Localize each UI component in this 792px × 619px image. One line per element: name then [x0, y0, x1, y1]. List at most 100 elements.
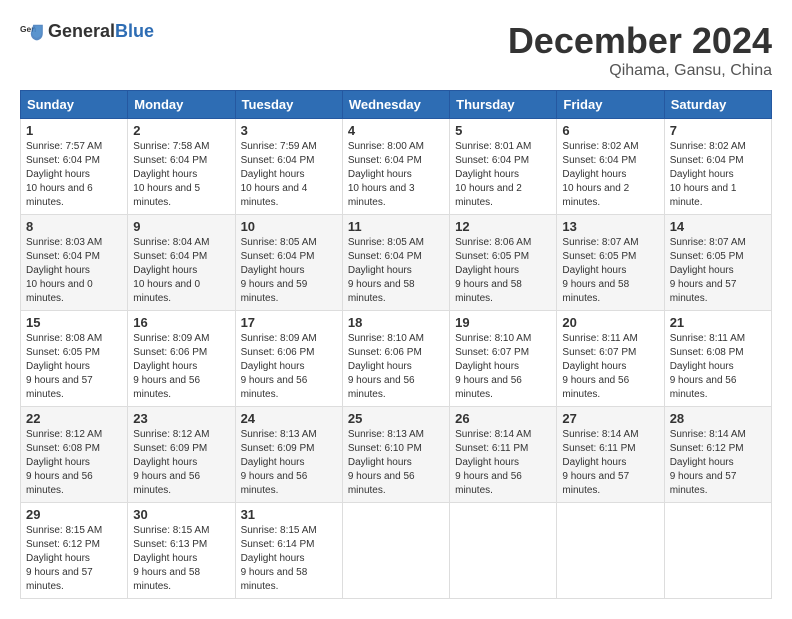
- calendar-cell: 1 Sunrise: 7:57 AM Sunset: 6:04 PM Dayli…: [21, 119, 128, 215]
- calendar-cell: 12 Sunrise: 8:06 AM Sunset: 6:05 PM Dayl…: [450, 215, 557, 311]
- day-info: Sunrise: 8:10 AM Sunset: 6:07 PM Dayligh…: [455, 332, 551, 402]
- calendar-cell: 20 Sunrise: 8:11 AM Sunset: 6:07 PM Dayl…: [557, 311, 664, 407]
- day-number: 19: [455, 315, 551, 330]
- calendar-cell: 13 Sunrise: 8:07 AM Sunset: 6:05 PM Dayl…: [557, 215, 664, 311]
- day-number: 13: [562, 219, 658, 234]
- day-info: Sunrise: 8:09 AM Sunset: 6:06 PM Dayligh…: [133, 332, 229, 402]
- calendar-week-row: 1 Sunrise: 7:57 AM Sunset: 6:04 PM Dayli…: [21, 119, 772, 215]
- day-number: 6: [562, 123, 658, 138]
- day-number: 17: [241, 315, 337, 330]
- logo-icon: Gen: [20, 20, 44, 44]
- calendar-week-row: 8 Sunrise: 8:03 AM Sunset: 6:04 PM Dayli…: [21, 215, 772, 311]
- calendar-cell: 22 Sunrise: 8:12 AM Sunset: 6:08 PM Dayl…: [21, 407, 128, 503]
- day-number: 22: [26, 411, 122, 426]
- day-info: Sunrise: 8:05 AM Sunset: 6:04 PM Dayligh…: [348, 236, 444, 306]
- calendar-cell: 11 Sunrise: 8:05 AM Sunset: 6:04 PM Dayl…: [342, 215, 449, 311]
- logo: Gen GeneralBlue: [20, 20, 154, 44]
- calendar-cell: 23 Sunrise: 8:12 AM Sunset: 6:09 PM Dayl…: [128, 407, 235, 503]
- calendar-body: 1 Sunrise: 7:57 AM Sunset: 6:04 PM Dayli…: [21, 119, 772, 599]
- day-number: 9: [133, 219, 229, 234]
- day-info: Sunrise: 8:10 AM Sunset: 6:06 PM Dayligh…: [348, 332, 444, 402]
- calendar-cell: 4 Sunrise: 8:00 AM Sunset: 6:04 PM Dayli…: [342, 119, 449, 215]
- day-info: Sunrise: 8:00 AM Sunset: 6:04 PM Dayligh…: [348, 140, 444, 210]
- calendar-cell: 2 Sunrise: 7:58 AM Sunset: 6:04 PM Dayli…: [128, 119, 235, 215]
- day-info: Sunrise: 8:07 AM Sunset: 6:05 PM Dayligh…: [562, 236, 658, 306]
- calendar-cell: [342, 503, 449, 599]
- calendar-cell: 7 Sunrise: 8:02 AM Sunset: 6:04 PM Dayli…: [664, 119, 771, 215]
- day-info: Sunrise: 7:57 AM Sunset: 6:04 PM Dayligh…: [26, 140, 122, 210]
- day-info: Sunrise: 8:15 AM Sunset: 6:14 PM Dayligh…: [241, 524, 337, 594]
- day-number: 7: [670, 123, 766, 138]
- weekday-header-monday: Monday: [128, 91, 235, 119]
- day-info: Sunrise: 8:07 AM Sunset: 6:05 PM Dayligh…: [670, 236, 766, 306]
- day-number: 25: [348, 411, 444, 426]
- day-info: Sunrise: 8:02 AM Sunset: 6:04 PM Dayligh…: [562, 140, 658, 210]
- calendar-cell: 14 Sunrise: 8:07 AM Sunset: 6:05 PM Dayl…: [664, 215, 771, 311]
- calendar-cell: 25 Sunrise: 8:13 AM Sunset: 6:10 PM Dayl…: [342, 407, 449, 503]
- weekday-header-row: SundayMondayTuesdayWednesdayThursdayFrid…: [21, 91, 772, 119]
- day-info: Sunrise: 8:06 AM Sunset: 6:05 PM Dayligh…: [455, 236, 551, 306]
- weekday-header-thursday: Thursday: [450, 91, 557, 119]
- day-info: Sunrise: 8:11 AM Sunset: 6:08 PM Dayligh…: [670, 332, 766, 402]
- calendar-cell: [450, 503, 557, 599]
- day-number: 8: [26, 219, 122, 234]
- day-info: Sunrise: 7:58 AM Sunset: 6:04 PM Dayligh…: [133, 140, 229, 210]
- calendar-cell: 18 Sunrise: 8:10 AM Sunset: 6:06 PM Dayl…: [342, 311, 449, 407]
- calendar-table: SundayMondayTuesdayWednesdayThursdayFrid…: [20, 90, 772, 599]
- weekday-header-tuesday: Tuesday: [235, 91, 342, 119]
- day-number: 5: [455, 123, 551, 138]
- day-info: Sunrise: 8:01 AM Sunset: 6:04 PM Dayligh…: [455, 140, 551, 210]
- day-info: Sunrise: 8:03 AM Sunset: 6:04 PM Dayligh…: [26, 236, 122, 306]
- day-info: Sunrise: 8:09 AM Sunset: 6:06 PM Dayligh…: [241, 332, 337, 402]
- day-info: Sunrise: 8:08 AM Sunset: 6:05 PM Dayligh…: [26, 332, 122, 402]
- calendar-cell: 5 Sunrise: 8:01 AM Sunset: 6:04 PM Dayli…: [450, 119, 557, 215]
- day-info: Sunrise: 8:13 AM Sunset: 6:10 PM Dayligh…: [348, 428, 444, 498]
- day-info: Sunrise: 8:14 AM Sunset: 6:11 PM Dayligh…: [562, 428, 658, 498]
- calendar-cell: 17 Sunrise: 8:09 AM Sunset: 6:06 PM Dayl…: [235, 311, 342, 407]
- day-number: 18: [348, 315, 444, 330]
- day-info: Sunrise: 8:04 AM Sunset: 6:04 PM Dayligh…: [133, 236, 229, 306]
- day-info: Sunrise: 8:12 AM Sunset: 6:09 PM Dayligh…: [133, 428, 229, 498]
- logo-text-general: General: [48, 21, 115, 41]
- day-number: 3: [241, 123, 337, 138]
- day-info: Sunrise: 8:15 AM Sunset: 6:12 PM Dayligh…: [26, 524, 122, 594]
- day-number: 23: [133, 411, 229, 426]
- day-number: 20: [562, 315, 658, 330]
- day-number: 16: [133, 315, 229, 330]
- day-number: 27: [562, 411, 658, 426]
- calendar-cell: 19 Sunrise: 8:10 AM Sunset: 6:07 PM Dayl…: [450, 311, 557, 407]
- calendar-cell: 27 Sunrise: 8:14 AM Sunset: 6:11 PM Dayl…: [557, 407, 664, 503]
- calendar-cell: 8 Sunrise: 8:03 AM Sunset: 6:04 PM Dayli…: [21, 215, 128, 311]
- day-info: Sunrise: 8:02 AM Sunset: 6:04 PM Dayligh…: [670, 140, 766, 210]
- calendar-cell: 21 Sunrise: 8:11 AM Sunset: 6:08 PM Dayl…: [664, 311, 771, 407]
- calendar-cell: [664, 503, 771, 599]
- day-number: 11: [348, 219, 444, 234]
- calendar-week-row: 15 Sunrise: 8:08 AM Sunset: 6:05 PM Dayl…: [21, 311, 772, 407]
- day-info: Sunrise: 8:14 AM Sunset: 6:12 PM Dayligh…: [670, 428, 766, 498]
- day-number: 29: [26, 507, 122, 522]
- weekday-header-wednesday: Wednesday: [342, 91, 449, 119]
- day-number: 10: [241, 219, 337, 234]
- day-number: 21: [670, 315, 766, 330]
- calendar-cell: 24 Sunrise: 8:13 AM Sunset: 6:09 PM Dayl…: [235, 407, 342, 503]
- day-number: 24: [241, 411, 337, 426]
- day-number: 14: [670, 219, 766, 234]
- calendar-cell: 31 Sunrise: 8:15 AM Sunset: 6:14 PM Dayl…: [235, 503, 342, 599]
- calendar-cell: 3 Sunrise: 7:59 AM Sunset: 6:04 PM Dayli…: [235, 119, 342, 215]
- calendar-cell: 15 Sunrise: 8:08 AM Sunset: 6:05 PM Dayl…: [21, 311, 128, 407]
- day-number: 12: [455, 219, 551, 234]
- calendar-week-row: 29 Sunrise: 8:15 AM Sunset: 6:12 PM Dayl…: [21, 503, 772, 599]
- calendar-cell: 30 Sunrise: 8:15 AM Sunset: 6:13 PM Dayl…: [128, 503, 235, 599]
- calendar-cell: 10 Sunrise: 8:05 AM Sunset: 6:04 PM Dayl…: [235, 215, 342, 311]
- calendar-cell: 9 Sunrise: 8:04 AM Sunset: 6:04 PM Dayli…: [128, 215, 235, 311]
- location: Qihama, Gansu, China: [508, 62, 772, 80]
- day-number: 4: [348, 123, 444, 138]
- calendar-cell: [557, 503, 664, 599]
- day-info: Sunrise: 8:05 AM Sunset: 6:04 PM Dayligh…: [241, 236, 337, 306]
- month-title: December 2024: [508, 20, 772, 62]
- title-section: December 2024 Qihama, Gansu, China: [508, 20, 772, 80]
- calendar-header: SundayMondayTuesdayWednesdayThursdayFrid…: [21, 91, 772, 119]
- calendar-cell: 28 Sunrise: 8:14 AM Sunset: 6:12 PM Dayl…: [664, 407, 771, 503]
- day-info: Sunrise: 7:59 AM Sunset: 6:04 PM Dayligh…: [241, 140, 337, 210]
- page-header: Gen GeneralBlue December 2024 Qihama, Ga…: [20, 20, 772, 80]
